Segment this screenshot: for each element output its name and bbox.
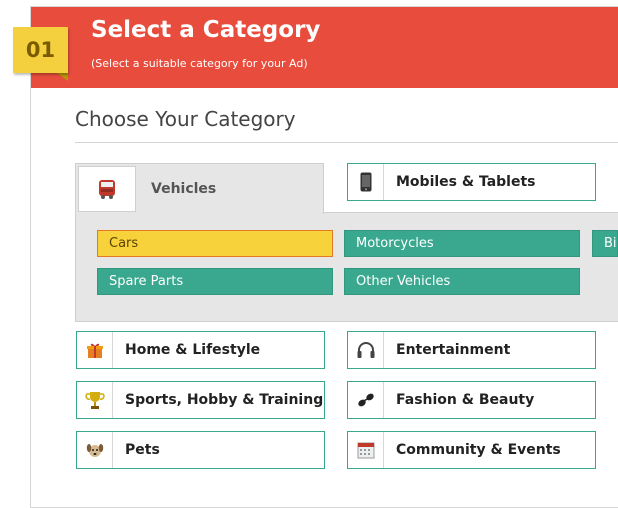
subcategory-motorcycles[interactable]: Motorcycles <box>344 230 580 257</box>
dog-icon <box>77 432 113 468</box>
category-community-events[interactable]: Community & Events <box>347 431 596 469</box>
page-subtitle: (Select a suitable category for your Ad) <box>91 57 308 70</box>
bus-icon <box>78 166 136 212</box>
subcategory-spare-parts[interactable]: Spare Parts <box>97 268 333 295</box>
headphones-icon <box>348 332 384 368</box>
category-label: Entertainment <box>396 342 511 358</box>
category-label: Pets <box>125 442 160 458</box>
category-label: Community & Events <box>396 442 561 458</box>
trophy-icon <box>77 382 113 418</box>
page-title: Select a Category <box>91 17 321 43</box>
tab-vehicles-label: Vehicles <box>151 181 217 197</box>
category-label: Fashion & Beauty <box>396 392 535 408</box>
category-mobiles-tablets[interactable]: Mobiles & Tablets <box>347 163 596 201</box>
subcategory-cars[interactable]: Cars <box>97 230 333 257</box>
category-pets[interactable]: Pets <box>76 431 325 469</box>
category-label: Sports, Hobby & Training <box>125 392 324 408</box>
step-number-badge: 01 <box>13 27 68 73</box>
category-label: Home & Lifestyle <box>125 342 261 358</box>
gift-icon <box>77 332 113 368</box>
category-entertainment[interactable]: Entertainment <box>347 331 596 369</box>
sunglasses-icon <box>348 382 384 418</box>
calendar-icon <box>348 432 384 468</box>
subcategory-other-vehicles[interactable]: Other Vehicles <box>344 268 580 295</box>
category-home-lifestyle[interactable]: Home & Lifestyle <box>76 331 325 369</box>
section-divider <box>75 142 618 143</box>
category-fashion-beauty[interactable]: Fashion & Beauty <box>347 381 596 419</box>
subcategory-bicycles[interactable]: Bicycles <box>592 230 618 257</box>
category-sports-hobby-training[interactable]: Sports, Hobby & Training <box>76 381 325 419</box>
category-label: Mobiles & Tablets <box>396 174 536 190</box>
section-title: Choose Your Category <box>75 107 296 131</box>
step-badge-fold <box>57 73 68 81</box>
subcategory-panel <box>75 212 618 322</box>
mobile-phone-icon <box>348 164 384 200</box>
